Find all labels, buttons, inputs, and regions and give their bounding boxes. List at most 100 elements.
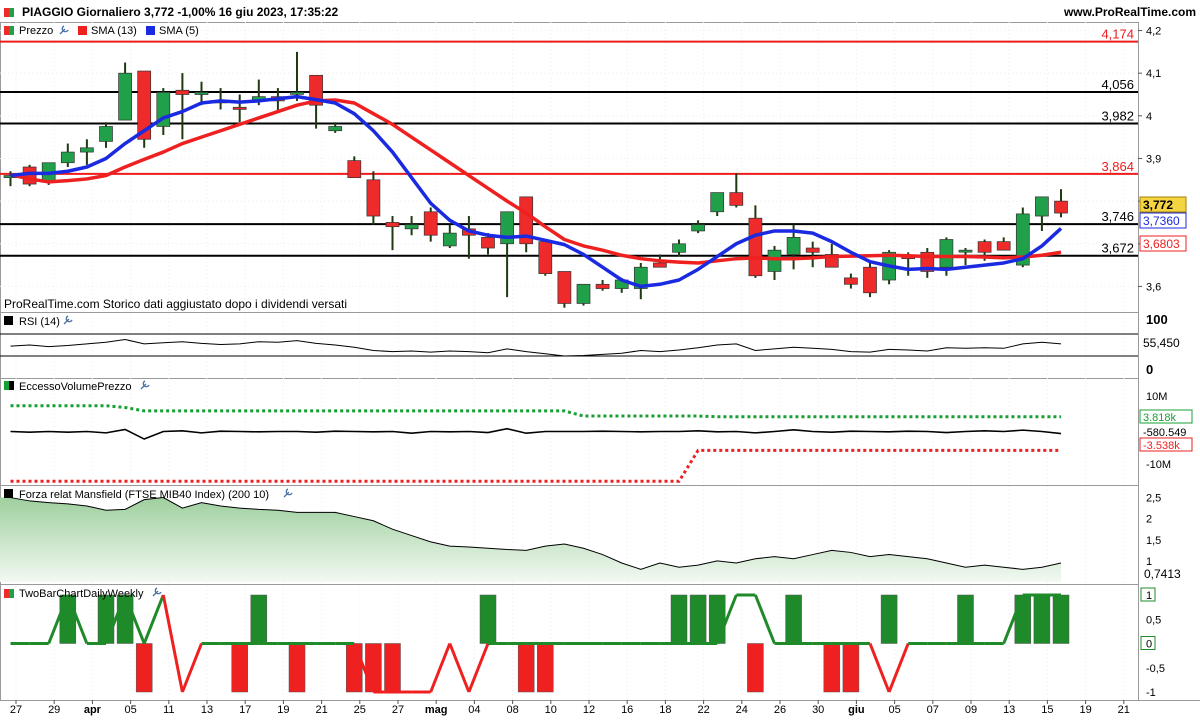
x-tick-label: 13 bbox=[1003, 704, 1015, 716]
weekly-bar-up[interactable] bbox=[116, 594, 134, 644]
weekly-bar-up[interactable] bbox=[59, 594, 77, 644]
candle-down[interactable] bbox=[557, 271, 572, 304]
twobar-settings-icon[interactable] bbox=[152, 587, 162, 597]
candle-up[interactable] bbox=[118, 72, 132, 121]
rsi-title[interactable]: RSI (14) bbox=[19, 316, 60, 328]
candle-down[interactable] bbox=[977, 241, 992, 253]
candle-up[interactable] bbox=[576, 283, 591, 304]
volume-lower-band[interactable] bbox=[10, 448, 1062, 483]
x-tick-label: 26 bbox=[774, 704, 786, 716]
mansfield-y-tick-label: 2 bbox=[1146, 514, 1152, 526]
weekly-bar-down[interactable] bbox=[823, 643, 841, 693]
candle-down[interactable] bbox=[729, 192, 744, 206]
candle-down[interactable] bbox=[175, 89, 190, 95]
x-tick-label: mag bbox=[425, 704, 448, 716]
x-tick-label: 15 bbox=[1041, 704, 1053, 716]
volume-y-tick-label: 10M bbox=[1146, 391, 1167, 403]
candle-up[interactable] bbox=[60, 151, 75, 164]
volume-settings-icon[interactable] bbox=[140, 380, 150, 390]
mansfield-settings-icon[interactable] bbox=[283, 488, 293, 498]
legend-sma5-label[interactable]: SMA (5) bbox=[159, 25, 199, 37]
volume-title[interactable]: EccessoVolumePrezzo bbox=[19, 381, 132, 393]
candle-down[interactable] bbox=[863, 266, 877, 294]
weekly-bar-down[interactable] bbox=[346, 643, 363, 693]
candle-down[interactable] bbox=[1054, 200, 1068, 214]
candle-down[interactable] bbox=[366, 179, 381, 217]
weekly-bar-up[interactable] bbox=[1033, 594, 1051, 644]
candle-up[interactable] bbox=[939, 239, 954, 268]
weekly-bar-down[interactable] bbox=[537, 643, 554, 693]
weekly-bar-up[interactable] bbox=[1014, 594, 1032, 644]
level-label: 4,174 bbox=[1101, 27, 1134, 42]
weekly-bar-down[interactable] bbox=[135, 643, 153, 693]
twobar-title[interactable]: TwoBarChartDailyWeekly bbox=[19, 588, 144, 600]
candle-down[interactable] bbox=[385, 222, 400, 228]
weekly-bar-down[interactable] bbox=[231, 643, 248, 693]
settings-wrench-icon[interactable] bbox=[59, 25, 69, 35]
rsi-legend-icon bbox=[4, 316, 13, 325]
candle-up[interactable] bbox=[328, 126, 343, 132]
weekly-bar-up[interactable] bbox=[1052, 594, 1070, 644]
legend-price-label[interactable]: Prezzo bbox=[19, 25, 53, 37]
candle-down[interactable] bbox=[232, 106, 247, 110]
candle-down[interactable] bbox=[653, 262, 667, 268]
daily-signal-segment bbox=[429, 642, 452, 693]
candle-up[interactable] bbox=[1035, 196, 1049, 217]
weekly-bar-up[interactable] bbox=[785, 594, 802, 644]
candle-down[interactable] bbox=[805, 247, 820, 253]
level-label: 3,672 bbox=[1101, 241, 1134, 256]
sma5-legend-icon bbox=[146, 26, 155, 35]
candle-up[interactable] bbox=[958, 249, 973, 253]
candle-down[interactable] bbox=[996, 241, 1011, 251]
weekly-bar-down[interactable] bbox=[288, 643, 306, 693]
weekly-bar-down[interactable] bbox=[365, 643, 382, 693]
x-tick-label: 19 bbox=[277, 704, 289, 716]
weekly-bar-up[interactable] bbox=[670, 594, 688, 644]
candle-down[interactable] bbox=[844, 277, 858, 285]
candle-up[interactable] bbox=[691, 224, 705, 232]
daily-signal-segment bbox=[161, 594, 184, 693]
candle-up[interactable] bbox=[99, 126, 113, 142]
weekly-bar-up[interactable] bbox=[479, 594, 497, 644]
weekly-bar-down[interactable] bbox=[517, 643, 535, 693]
candle-up[interactable] bbox=[442, 232, 457, 247]
candle-up[interactable] bbox=[80, 147, 94, 153]
weekly-bar-down[interactable] bbox=[747, 643, 764, 693]
candle-down[interactable] bbox=[347, 160, 362, 179]
x-tick-label: 25 bbox=[354, 704, 366, 716]
weekly-bar-up[interactable] bbox=[957, 594, 974, 644]
mansfield-area bbox=[0, 497, 1061, 582]
candle-down[interactable] bbox=[538, 241, 553, 274]
twobar-legend-icon bbox=[9, 589, 14, 598]
candle-down[interactable] bbox=[481, 237, 495, 249]
candle-up[interactable] bbox=[404, 224, 419, 230]
candle-up[interactable] bbox=[672, 243, 686, 253]
x-tick-label: 29 bbox=[48, 704, 60, 716]
candle-up[interactable] bbox=[194, 92, 209, 95]
weekly-bar-down[interactable] bbox=[842, 643, 860, 693]
weekly-bar-up[interactable] bbox=[97, 594, 115, 644]
brand-link[interactable]: www.ProRealTime.com bbox=[1063, 5, 1196, 19]
title-candle-icon bbox=[9, 8, 14, 17]
weekly-bar-up[interactable] bbox=[880, 594, 898, 644]
volume-upper-band[interactable] bbox=[10, 404, 1062, 419]
candle-up[interactable] bbox=[290, 92, 304, 95]
candle-up[interactable] bbox=[710, 192, 725, 213]
rsi-settings-icon[interactable] bbox=[63, 315, 73, 325]
candle-up[interactable] bbox=[767, 249, 782, 272]
rsi-y-tick-label: 100 bbox=[1146, 312, 1168, 327]
candle-down[interactable] bbox=[595, 283, 610, 289]
sma13-value-tag: 3,6803 bbox=[1143, 237, 1180, 251]
candle-down[interactable] bbox=[748, 217, 763, 277]
candle-up[interactable] bbox=[786, 237, 801, 255]
mansfield-title[interactable]: Forza relat Mansfield (FTSE MIB40 Index)… bbox=[19, 489, 269, 501]
volume-excess-line[interactable] bbox=[10, 427, 1062, 440]
weekly-bar-up[interactable] bbox=[708, 594, 726, 644]
price-y-tick-label: 4,2 bbox=[1146, 26, 1161, 38]
candle-down[interactable] bbox=[423, 211, 438, 236]
weekly-bar-up[interactable] bbox=[689, 594, 707, 644]
legend-sma13-label[interactable]: SMA (13) bbox=[91, 25, 137, 37]
weekly-bar-down[interactable] bbox=[384, 643, 401, 693]
rsi-line[interactable] bbox=[10, 338, 1062, 357]
weekly-bar-up[interactable] bbox=[250, 594, 268, 644]
